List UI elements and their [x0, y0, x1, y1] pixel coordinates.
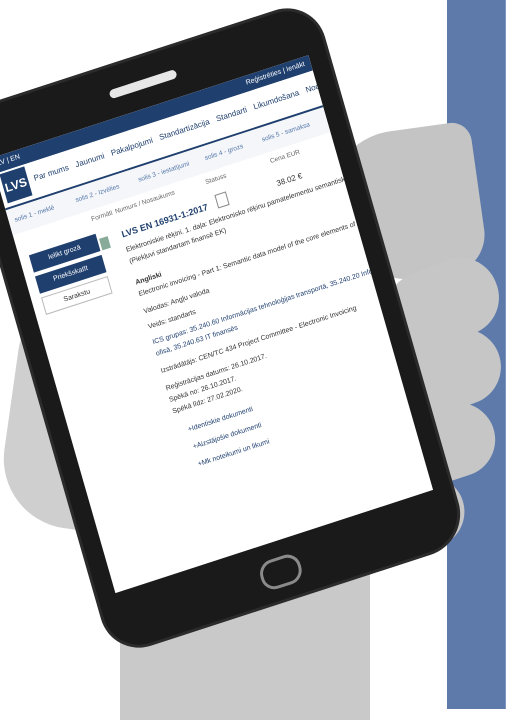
menu-item-news[interactable]: Jaunumi: [74, 151, 105, 169]
status-document-icon: [214, 191, 230, 209]
step-2[interactable]: solis 2 - Izvēlies: [75, 183, 121, 204]
menu-item-services[interactable]: Pakalpojumi: [110, 136, 154, 158]
menu-item-useful[interactable]: Noderīgi: [305, 77, 336, 95]
menu-item-standards[interactable]: Standarti: [215, 105, 248, 124]
tablet-device: LV | EN Reģistrēties | Ienākt LVS Par mu…: [0, 1, 467, 655]
home-button[interactable]: [256, 551, 305, 593]
column-format: Formāti: [90, 209, 114, 224]
column-price: Cena EUR: [269, 148, 301, 166]
menu-item-standardization[interactable]: Standartizācija: [158, 117, 210, 142]
column-status: Statuss: [204, 172, 228, 187]
menu-item-legislation[interactable]: Likumdošana: [252, 88, 300, 111]
speaker-slot: [108, 69, 178, 100]
menu-item-about[interactable]: Par mums: [33, 163, 70, 183]
lvs-logo[interactable]: LVS: [0, 166, 33, 204]
step-1[interactable]: solis 1 - meklē: [14, 204, 55, 224]
standard-price: 38.02 €: [275, 171, 304, 189]
step-4[interactable]: solis 4 - grozs: [204, 143, 244, 162]
pdf-format-icon[interactable]: [99, 236, 111, 251]
